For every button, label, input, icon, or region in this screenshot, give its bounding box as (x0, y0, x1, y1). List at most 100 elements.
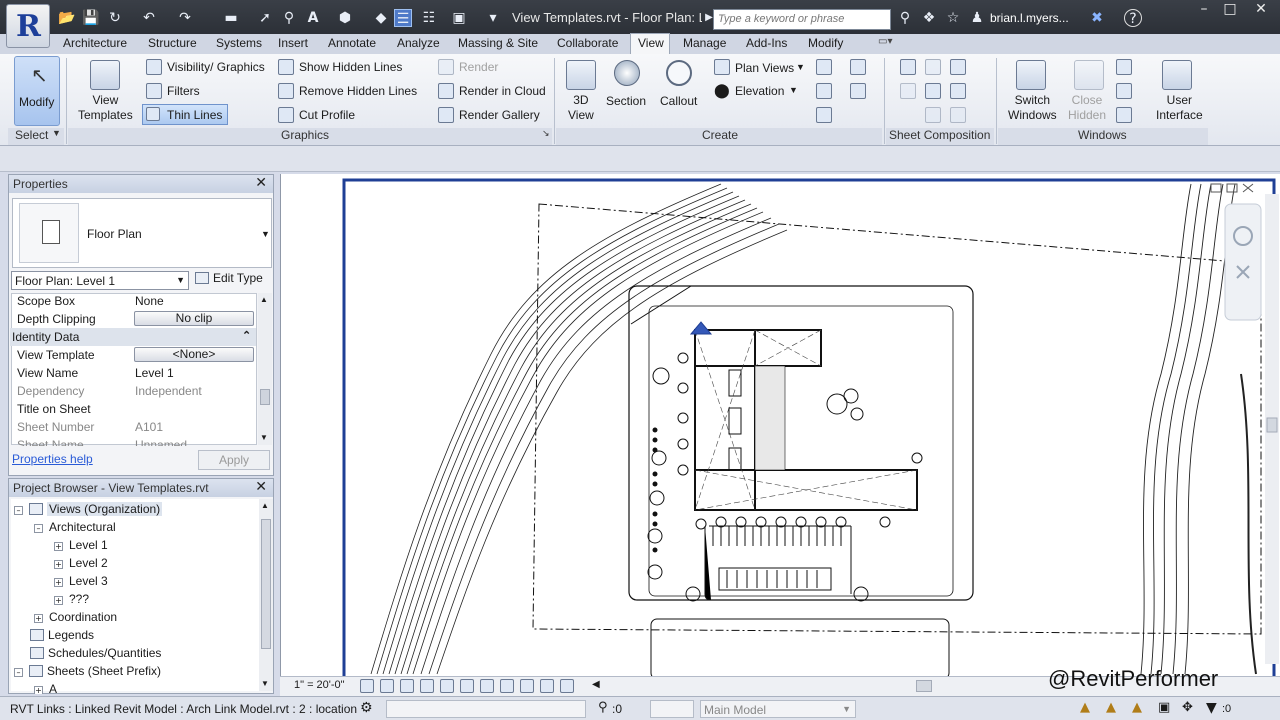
sync-icon[interactable]: ↻ (106, 9, 124, 27)
tab-massing-site[interactable]: Massing & Site (458, 36, 538, 50)
expand-icon[interactable]: + (54, 542, 63, 551)
tree-schedules[interactable]: Schedules/Quantities (30, 646, 161, 660)
section-icon[interactable]: ◆ (372, 9, 390, 27)
scroll-thumb[interactable] (261, 519, 271, 649)
prop-row-depth-clipping[interactable]: Depth Clipping No clip (10, 310, 256, 328)
help-icon[interactable]: ? (1124, 9, 1142, 27)
collapse-icon[interactable]: ⌃ (242, 329, 251, 342)
prop-group-identity-data[interactable]: Identity Data ⌃ (10, 328, 256, 346)
unlocked-3d-icon[interactable] (480, 679, 494, 693)
modify-button[interactable]: ↖ Modify (14, 56, 60, 126)
user-icon[interactable]: ♟ (968, 9, 986, 27)
collapse-icon[interactable]: – (14, 668, 23, 677)
tree-unknown[interactable]: +??? (54, 592, 89, 606)
user-name[interactable]: brian.l.myers... (990, 11, 1069, 25)
expand-icon[interactable]: + (34, 614, 43, 623)
close-hidden-icon[interactable]: ☷ (420, 9, 438, 27)
detail-level-icon[interactable] (360, 679, 374, 693)
view-templates-button[interactable]: View Templates (78, 93, 133, 123)
revisions-icon[interactable] (900, 83, 916, 99)
tab-structure[interactable]: Structure (148, 36, 197, 50)
collapse-icon[interactable]: – (34, 524, 43, 533)
collapse-icon[interactable]: – (14, 506, 23, 515)
properties-close-icon[interactable]: ✕ (255, 175, 267, 191)
select-dropdown-icon[interactable]: ▼ (52, 128, 61, 138)
tree-level-3[interactable]: + Level 3 (54, 574, 108, 588)
graphics-dialog-launcher-icon[interactable]: ↘ (542, 128, 550, 139)
analytical-model-icon[interactable] (560, 679, 574, 693)
select-by-face-icon[interactable]: ▣ (1158, 700, 1170, 715)
design-option-icon-box[interactable] (650, 700, 694, 718)
project-browser-close-icon[interactable]: ✕ (255, 479, 267, 495)
guide-grid-icon[interactable] (925, 83, 941, 99)
elevation-button[interactable]: Elevation (735, 84, 784, 98)
render-gallery-button[interactable]: Render Gallery (459, 108, 540, 122)
drawing-area[interactable] (280, 174, 1280, 682)
place-view-icon[interactable] (950, 59, 966, 75)
scope-box-icon[interactable] (850, 83, 866, 99)
close-hidden-button[interactable]: Close Hidden (1068, 93, 1106, 123)
minimize-ribbon-icon[interactable]: ▭▾ (878, 36, 892, 47)
drag-elements-icon[interactable]: ✥ (1182, 700, 1193, 715)
hscroll-left-icon[interactable]: ◀ (592, 679, 600, 690)
expand-icon[interactable]: + (54, 560, 63, 569)
reveal-hidden-icon[interactable] (520, 679, 534, 693)
tab-systems[interactable]: Systems (216, 36, 262, 50)
show-hidden-lines-button[interactable]: Show Hidden Lines (299, 60, 402, 74)
select-links-icon[interactable]: ▲ (1080, 700, 1090, 715)
filter-icon[interactable]: ▼ (1206, 700, 1217, 716)
shadows-icon[interactable] (420, 679, 434, 693)
replicate-icon[interactable] (1116, 59, 1132, 75)
tab-architecture[interactable]: Architecture (63, 36, 127, 50)
scroll-down-icon[interactable]: ▼ (261, 679, 269, 688)
application-menu-button[interactable]: R (6, 4, 50, 48)
worksharing-icon[interactable]: ⚙ (360, 700, 373, 716)
switch-windows-button[interactable]: Switch Windows (1008, 93, 1057, 123)
subscription-icon[interactable]: ❖ (920, 9, 938, 27)
scroll-down-icon[interactable]: ▼ (260, 433, 268, 442)
prop-value[interactable]: Level 1 (135, 366, 174, 380)
user-interface-button[interactable]: User Interface (1156, 93, 1203, 123)
elevation-dropdown-icon[interactable]: ▼ (789, 85, 798, 95)
cut-profile-button[interactable]: Cut Profile (299, 108, 355, 122)
3d-view-icon[interactable]: ⬢ (336, 9, 354, 27)
properties-help-link[interactable]: Properties help (12, 452, 93, 466)
tab-analyze[interactable]: Analyze (397, 36, 440, 50)
properties-scrollbar[interactable]: ▲ ▼ (258, 293, 272, 445)
visibility-graphics-button[interactable]: Visibility/ Graphics (167, 60, 265, 74)
view-reference-icon[interactable] (925, 107, 941, 123)
expand-icon[interactable]: + (54, 596, 63, 605)
render-button[interactable]: Render (459, 60, 498, 74)
type-dropdown-icon[interactable]: ▼ (261, 229, 270, 239)
viewports-icon[interactable] (950, 107, 966, 123)
type-selector[interactable]: Floor Plan ▼ (12, 198, 272, 268)
cascade-icon[interactable] (1116, 83, 1132, 99)
tree-architectural[interactable]: – Architectural (34, 520, 116, 534)
tile-icon[interactable] (1116, 107, 1132, 123)
prop-row-view-template[interactable]: View Template <None> (10, 346, 256, 364)
tree-legends[interactable]: Legends (30, 628, 94, 642)
drafting-view-icon[interactable] (816, 59, 832, 75)
tab-collaborate[interactable]: Collaborate (557, 36, 618, 50)
minimize-icon[interactable]: – (1190, 0, 1218, 20)
editing-requests-icon[interactable]: ⚲ (598, 700, 608, 715)
tree-sheet-a[interactable]: + A (34, 682, 57, 694)
maximize-icon[interactable]: □ (1216, 0, 1244, 20)
binoculars-icon[interactable]: ⚲ (896, 9, 914, 27)
select-pinned-icon[interactable]: ▲ (1132, 700, 1142, 715)
tree-views-organization[interactable]: – Views (Organization) (14, 502, 163, 516)
hscroll-thumb[interactable] (916, 680, 932, 692)
expand-icon[interactable]: + (54, 578, 63, 587)
tree-sheets[interactable]: – Sheets (Sheet Prefix) (14, 664, 161, 678)
tab-manage[interactable]: Manage (683, 36, 726, 50)
render-in-cloud-button[interactable]: Render in Cloud (459, 84, 546, 98)
search-input[interactable]: Type a keyword or phrase (713, 9, 891, 30)
filters-button[interactable]: Filters (167, 84, 200, 98)
schedules-icon[interactable] (850, 59, 866, 75)
apply-button[interactable]: Apply (198, 450, 270, 470)
temporary-hide-icon[interactable] (500, 679, 514, 693)
dimension-icon[interactable]: ➚ (256, 9, 274, 27)
open-icon[interactable]: 📂 (58, 9, 76, 27)
remove-hidden-lines-button[interactable]: Remove Hidden Lines (299, 84, 417, 98)
plan-views-button[interactable]: Plan Views (735, 61, 794, 75)
